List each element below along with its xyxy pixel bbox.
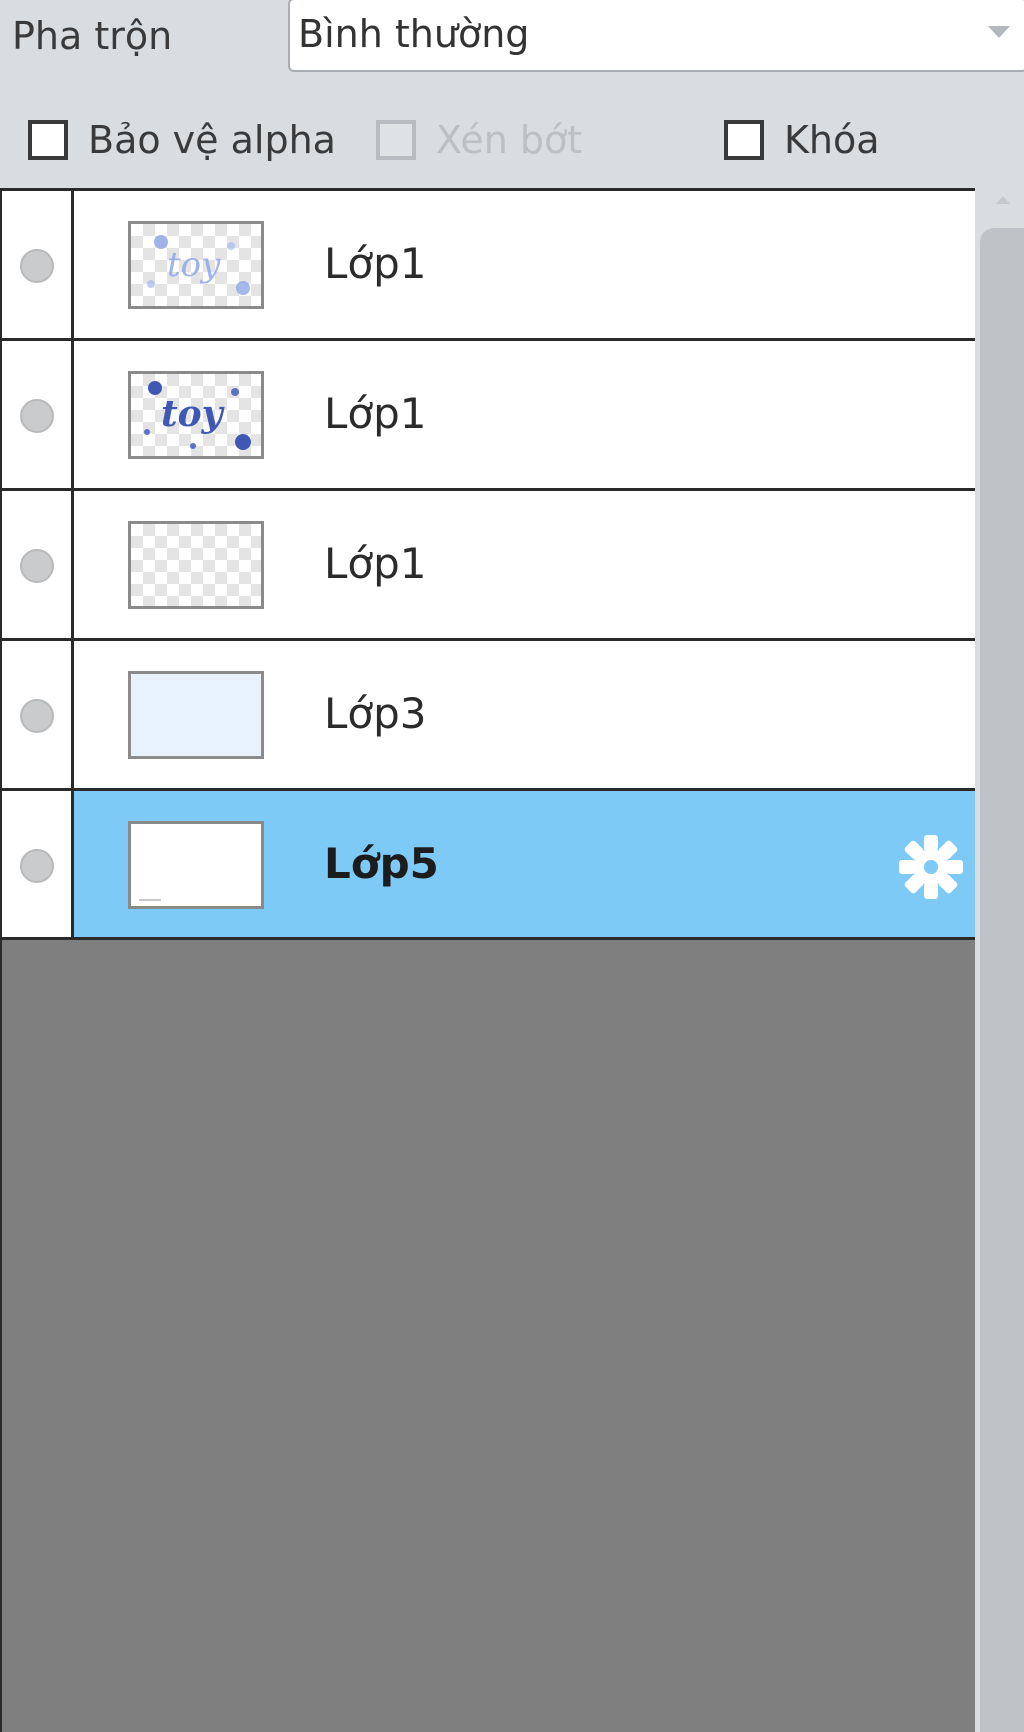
layer-row[interactable]: toy Lớp1 [2,188,975,338]
blend-mode-dropdown[interactable]: Bình thường [288,0,1024,72]
layer-options-row: Bảo vệ alpha Xén bớt Khóa [0,98,1024,182]
layer-row[interactable]: Lớp1 [2,488,975,638]
visibility-dot-icon [20,549,54,583]
layer-panel: Pha trộn Bình thường Bảo vệ alpha Xén bớ… [0,0,1024,1732]
visibility-toggle[interactable] [2,341,74,488]
layer-name: Lớp1 [324,389,427,438]
svg-text:toy: toy [161,393,225,435]
layer-name: Lớp5 [324,839,439,888]
protect-alpha-checkbox[interactable] [28,120,68,160]
visibility-dot-icon [20,699,54,733]
blend-mode-row: Pha trộn Bình thường [0,0,1024,80]
layer-list-scrollbar[interactable] [978,188,1024,1732]
layer-thumbnail [128,821,264,909]
layer-name: Lớp1 [324,239,427,288]
lock-label: Khóa [784,118,880,162]
visibility-dot-icon [20,399,54,433]
layer-row-selected[interactable]: Lớp5 [2,788,975,940]
visibility-dot-icon [20,849,54,883]
layer-row[interactable]: toy Lớp1 [2,338,975,488]
layer-thumbnail [128,521,264,609]
blend-mode-label: Pha trộn [12,14,173,58]
layer-thumbnail [128,671,264,759]
scrollbar-thumb[interactable] [980,228,1024,1732]
layer-thumbnail: toy [128,221,264,309]
protect-alpha-option[interactable]: Bảo vệ alpha [28,114,336,166]
lock-option[interactable]: Khóa [724,114,880,166]
svg-text:toy: toy [167,245,221,285]
lock-checkbox[interactable] [724,120,764,160]
clipping-checkbox [376,120,416,160]
visibility-dot-icon [20,249,54,283]
clipping-label: Xén bớt [436,118,583,162]
scroll-up-arrow-icon[interactable] [996,196,1010,204]
visibility-toggle[interactable] [2,491,74,638]
layer-list[interactable]: toy Lớp1 toy Lớp1 Lớp1 Lớp3 Lớp5 [0,188,975,1732]
chevron-down-icon [988,26,1010,38]
clipping-option: Xén bớt [376,114,582,166]
blend-mode-value: Bình thường [298,12,530,56]
layer-name: Lớp3 [324,689,427,738]
protect-alpha-label: Bảo vệ alpha [88,118,336,162]
layer-thumbnail: toy [128,371,264,459]
visibility-toggle[interactable] [2,791,74,937]
visibility-toggle[interactable] [2,191,74,338]
visibility-toggle[interactable] [2,641,74,788]
layer-name: Lớp1 [324,539,427,588]
layer-row[interactable]: Lớp3 [2,638,975,788]
gear-icon[interactable] [897,833,965,901]
